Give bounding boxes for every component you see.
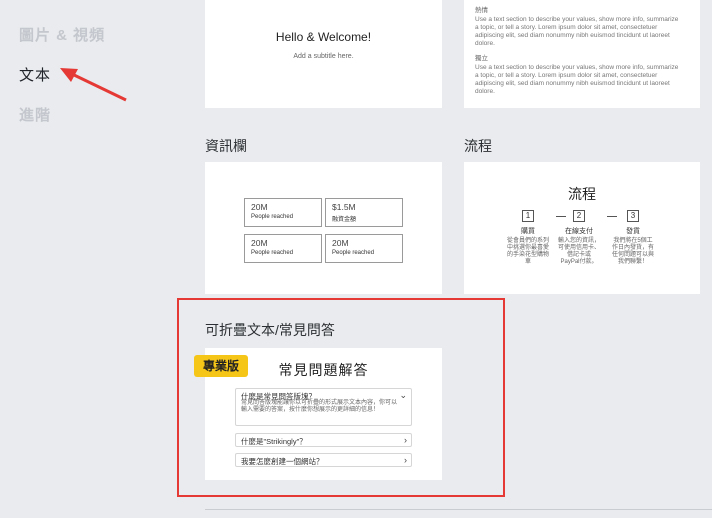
stat-number: 20M bbox=[251, 202, 268, 212]
text-block-body: Use a text section to describe your valu… bbox=[475, 64, 679, 95]
section-title-process: 流程 bbox=[464, 138, 492, 154]
text-block-label: 獨立 bbox=[475, 55, 488, 62]
divider bbox=[205, 509, 712, 510]
process-step: 1 購買 從會員們的系列中挑選你最喜愛的手染花型購物車 bbox=[507, 210, 549, 266]
section-title-stats: 資訊欄 bbox=[205, 138, 247, 154]
sidebar-item-images-videos[interactable]: 圖片 & 視頻 bbox=[19, 24, 105, 45]
stat-box: 20M People reached bbox=[244, 234, 322, 263]
stat-label: People reached bbox=[251, 214, 294, 220]
stat-label: People reached bbox=[332, 250, 375, 256]
welcome-subtitle: Add a subtitle here. bbox=[293, 53, 354, 60]
process-section-template[interactable]: 流程 1 購買 從會員們的系列中挑選你最喜愛的手染花型購物車 2 在線支付 輸入… bbox=[464, 162, 700, 294]
stat-box: 20M People reached bbox=[244, 198, 322, 227]
text-block-body: Use a text section to describe your valu… bbox=[475, 16, 679, 47]
process-title: 流程 bbox=[568, 186, 596, 202]
text-block-label: 熱情 bbox=[475, 7, 488, 14]
highlight-box bbox=[177, 298, 505, 497]
welcome-section-template[interactable]: Hello & Welcome! Add a subtitle here. bbox=[205, 0, 442, 108]
sidebar-item-advanced[interactable]: 進階 bbox=[19, 104, 51, 125]
text-block: 獨立 Use a text section to describe your v… bbox=[475, 52, 680, 96]
step-description: 輸入您的資訊，可使用信用卡、借記卡或PayPal付款。 bbox=[558, 238, 601, 265]
process-step: 3 發貨 我們將在5個工作日內發貨，有任何問題可以與我們聯繫！ bbox=[612, 210, 654, 266]
stats-section-template[interactable]: 20M People reached $1.5M 融資金額 20M People… bbox=[205, 162, 442, 294]
stat-label: People reached bbox=[251, 250, 294, 256]
text-block: 熱情 Use a text section to describe your v… bbox=[475, 4, 680, 48]
arrow-annotation-icon bbox=[60, 68, 127, 102]
welcome-title: Hello & Welcome! bbox=[275, 30, 372, 44]
text-section-template[interactable]: 熱情 Use a text section to describe your v… bbox=[464, 0, 700, 108]
step-description: 從會員們的系列中挑選你最喜愛的手染花型購物車 bbox=[507, 238, 550, 265]
step-number: 1 bbox=[522, 210, 534, 222]
stat-number: 20M bbox=[332, 238, 349, 248]
stat-number: $1.5M bbox=[332, 202, 356, 212]
stat-number: 20M bbox=[251, 238, 268, 248]
step-name: 發貨 bbox=[626, 228, 640, 235]
process-step: 2 在線支付 輸入您的資訊，可使用信用卡、借記卡或PayPal付款。 bbox=[558, 210, 600, 266]
step-name: 購買 bbox=[521, 228, 535, 235]
sidebar-item-text[interactable]: 文本 bbox=[19, 64, 51, 85]
step-name: 在線支付 bbox=[565, 228, 593, 235]
stat-label: 融資金額 bbox=[332, 217, 357, 223]
step-description: 我們將在5個工作日內發貨，有任何問題可以與我們聯繫！ bbox=[612, 238, 655, 265]
step-number: 3 bbox=[627, 210, 639, 222]
step-number: 2 bbox=[573, 210, 585, 222]
stat-box: $1.5M 融資金額 bbox=[325, 198, 403, 227]
stat-box: 20M People reached bbox=[325, 234, 403, 263]
